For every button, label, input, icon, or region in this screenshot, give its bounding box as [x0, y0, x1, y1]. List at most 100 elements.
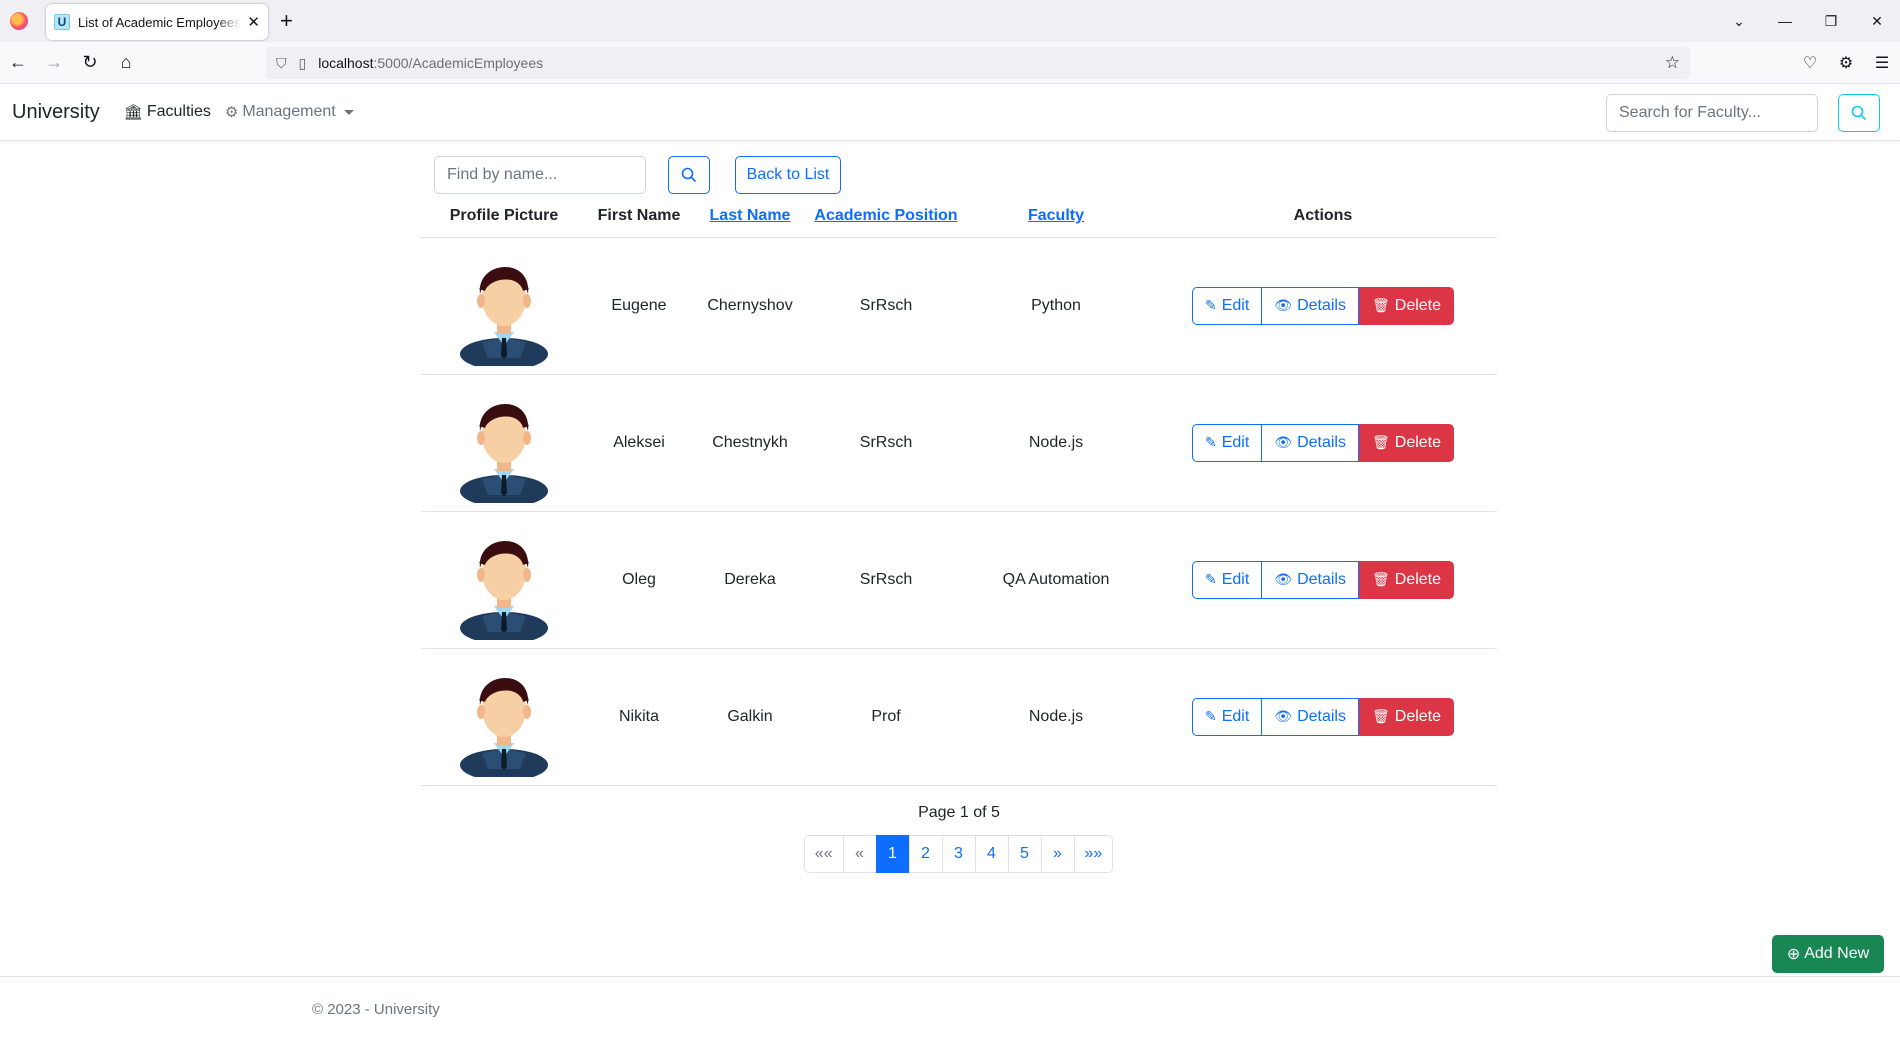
edit-button[interactable]: ✎ Edit: [1191, 423, 1263, 462]
profile-picture-cell: [421, 511, 587, 649]
firefox-icon[interactable]: [10, 12, 28, 30]
close-window-icon[interactable]: ✕: [1854, 13, 1900, 30]
url-host: localhost: [318, 55, 374, 71]
profile-picture-cell: [421, 648, 587, 786]
last-name-cell: Dereka: [691, 511, 809, 649]
add-new-button[interactable]: ⊕ Add New: [1772, 935, 1884, 973]
menu-icon[interactable]: ☰: [1864, 53, 1900, 73]
pagination-page-4[interactable]: 4: [974, 834, 1009, 873]
edit-label: Edit: [1221, 296, 1250, 314]
edit-label: Edit: [1221, 433, 1250, 451]
profile-picture-cell: [421, 374, 587, 512]
eye-icon: 👁: [1274, 434, 1293, 450]
actions-cell: ✎ Edit 👁 Details 🗑 Delete: [1149, 374, 1497, 512]
find-by-name-input[interactable]: Find by name...: [434, 156, 646, 194]
reload-icon[interactable]: ↻: [72, 52, 108, 73]
details-button[interactable]: 👁 Details: [1262, 560, 1359, 599]
actions-cell: ✎ Edit 👁 Details 🗑 Delete: [1149, 511, 1497, 649]
page-info-icon[interactable]: ▯: [299, 55, 307, 72]
delete-button[interactable]: 🗑 Delete: [1358, 423, 1455, 462]
details-label: Details: [1297, 433, 1346, 451]
footer-copyright: © 2023 - University: [312, 1001, 440, 1018]
minimize-icon[interactable]: —: [1762, 13, 1808, 29]
pagination: «« « 1 2 3 4 5 » »»: [421, 834, 1497, 873]
first-name-cell: Nikita: [587, 648, 691, 786]
pagination-page-1[interactable]: 1: [875, 834, 910, 873]
delete-button[interactable]: 🗑 Delete: [1358, 560, 1455, 599]
bookmark-star-icon[interactable]: ☆: [1665, 53, 1680, 73]
header-actions: Actions: [1149, 195, 1497, 238]
pagination-next[interactable]: »: [1040, 834, 1075, 873]
footer: © 2023 - University: [0, 976, 1900, 1038]
gear-icon: ⚙: [224, 104, 239, 121]
tab-title: List of Academic Employees - University: [78, 14, 241, 30]
find-button[interactable]: [668, 156, 710, 194]
nav-management-dropdown[interactable]: ⚙ Management: [225, 103, 354, 121]
row-actions: ✎ Edit 👁 Details 🗑 Delete: [1191, 286, 1455, 325]
browser-extensions: ♡ ⚙ ☰: [1792, 42, 1900, 84]
url-bar[interactable]: ⛉ ▯ localhost :5000/AcademicEmployees ☆: [266, 47, 1690, 79]
pagination-prev[interactable]: «: [842, 834, 877, 873]
main-content: Find by name... Back to List Profile Pic…: [421, 155, 1497, 873]
home-icon[interactable]: ⌂: [108, 52, 144, 73]
details-button[interactable]: 👁 Details: [1262, 697, 1359, 736]
new-tab-icon[interactable]: +: [280, 8, 293, 34]
pagination-page-5[interactable]: 5: [1007, 834, 1042, 873]
pagination-last[interactable]: »»: [1073, 834, 1114, 873]
brand[interactable]: University: [12, 101, 100, 124]
header-first-name: First Name: [587, 195, 691, 238]
employees-table: Profile Picture First Name Last Name Aca…: [421, 195, 1497, 786]
faculty-cell: QA Automation: [963, 511, 1149, 649]
browser-tab-bar: U List of Academic Employees - Universit…: [0, 0, 1900, 42]
browser-tab[interactable]: U List of Academic Employees - Universit…: [46, 4, 268, 40]
restore-icon[interactable]: ❐: [1808, 13, 1854, 30]
extensions-icon[interactable]: ⚙: [1828, 53, 1864, 73]
pagination-page-3[interactable]: 3: [941, 834, 976, 873]
bank-icon: 🏛: [123, 104, 143, 121]
eye-icon: 👁: [1274, 297, 1293, 313]
table-row: Aleksei Chestnykh SrRsch Node.js ✎ Edit 👁…: [421, 374, 1497, 512]
avatar: [460, 540, 548, 640]
delete-label: Delete: [1394, 296, 1442, 314]
details-button[interactable]: 👁 Details: [1262, 423, 1359, 462]
details-label: Details: [1297, 296, 1346, 314]
row-actions: ✎ Edit 👁 Details 🗑 Delete: [1191, 697, 1455, 736]
header-faculty-sort-link[interactable]: Faculty: [1028, 207, 1084, 224]
header-academic-position-sort-link[interactable]: Academic Position: [814, 207, 957, 224]
pencil-square-icon: ✎: [1204, 571, 1217, 587]
profile-picture-cell: [421, 237, 587, 375]
app-navbar: University 🏛 Faculties ⚙ Management Sear…: [0, 84, 1900, 141]
tab-close-icon[interactable]: ✕: [247, 13, 260, 31]
delete-button[interactable]: 🗑 Delete: [1358, 697, 1455, 736]
edit-button[interactable]: ✎ Edit: [1191, 286, 1263, 325]
eye-icon: 👁: [1274, 571, 1293, 587]
delete-button[interactable]: 🗑 Delete: [1358, 286, 1455, 325]
trash-icon: 🗑: [1371, 708, 1390, 724]
avatar: [460, 677, 548, 777]
pagination-page-2[interactable]: 2: [908, 834, 943, 873]
pocket-icon[interactable]: ♡: [1792, 53, 1828, 73]
edit-button[interactable]: ✎ Edit: [1191, 560, 1263, 599]
faculty-search-input[interactable]: Search for Faculty...: [1606, 94, 1818, 132]
back-arrow-icon[interactable]: ←: [0, 52, 36, 73]
forward-arrow-icon[interactable]: →: [36, 52, 72, 73]
tab-list-chevron-icon[interactable]: ⌄: [1716, 13, 1762, 30]
url-path: :5000/AcademicEmployees: [373, 55, 544, 71]
faculty-search-button[interactable]: [1838, 94, 1880, 132]
table-row: Oleg Dereka SrRsch QA Automation ✎ Edit 👁…: [421, 511, 1497, 649]
list-toolbar: Find by name... Back to List: [421, 155, 1497, 195]
header-last-name-sort-link[interactable]: Last Name: [710, 207, 791, 224]
pagination-first[interactable]: ««: [803, 834, 844, 873]
faculty-cell: Node.js: [963, 648, 1149, 786]
edit-button[interactable]: ✎ Edit: [1191, 697, 1263, 736]
delete-label: Delete: [1394, 707, 1442, 725]
edit-label: Edit: [1221, 570, 1250, 588]
search-icon: [681, 167, 697, 183]
back-to-list-button[interactable]: Back to List: [735, 156, 841, 194]
shield-icon[interactable]: ⛉: [276, 55, 287, 72]
actions-cell: ✎ Edit 👁 Details 🗑 Delete: [1149, 237, 1497, 375]
plus-circle-icon: ⊕: [1786, 946, 1801, 963]
table-row: Nikita Galkin Prof Node.js ✎ Edit 👁 Detail…: [421, 648, 1497, 786]
details-button[interactable]: 👁 Details: [1262, 286, 1359, 325]
nav-faculties[interactable]: 🏛 Faculties: [124, 103, 211, 121]
